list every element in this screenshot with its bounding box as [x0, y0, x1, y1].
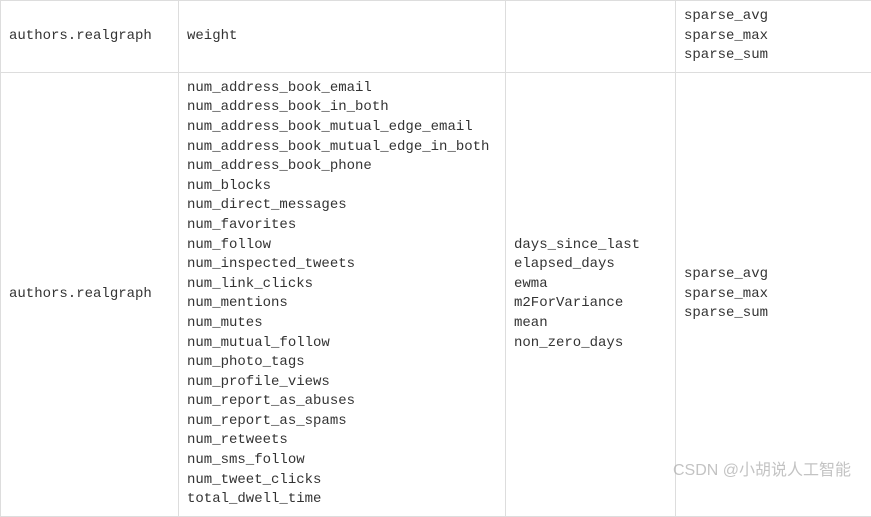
cell-line: num_mutual_follow — [187, 334, 497, 354]
cell-line: num_report_as_spams — [187, 412, 497, 432]
feature-table: authors.realgraph weight sparse_avg spar… — [0, 0, 871, 517]
cell-namespace: authors.realgraph — [1, 1, 179, 73]
cell-line: num_blocks — [187, 177, 497, 197]
cell-line: sparse_max — [684, 285, 863, 305]
cell-stat — [506, 1, 676, 73]
cell-line: num_link_clicks — [187, 275, 497, 295]
cell-line: authors.realgraph — [9, 285, 170, 305]
cell-feature: num_address_book_email num_address_book_… — [179, 72, 506, 516]
cell-line: num_address_book_mutual_edge_email — [187, 118, 497, 138]
cell-stat: days_since_last elapsed_days ewma m2ForV… — [506, 72, 676, 516]
cell-line: total_dwell_time — [187, 490, 497, 510]
cell-line: num_address_book_in_both — [187, 98, 497, 118]
cell-line: sparse_avg — [684, 265, 863, 285]
cell-line: elapsed_days — [514, 255, 667, 275]
cell-line: num_address_book_email — [187, 79, 497, 99]
cell-line: num_tweet_clicks — [187, 471, 497, 491]
cell-line: non_zero_days — [514, 334, 667, 354]
cell-line: m2ForVariance — [514, 294, 667, 314]
cell-line: mean — [514, 314, 667, 334]
cell-line: num_follow — [187, 236, 497, 256]
cell-line: num_favorites — [187, 216, 497, 236]
cell-namespace: authors.realgraph — [1, 72, 179, 516]
cell-agg: sparse_avg sparse_max sparse_sum — [676, 72, 871, 516]
cell-line: num_address_book_phone — [187, 157, 497, 177]
cell-line: num_sms_follow — [187, 451, 497, 471]
cell-line: num_inspected_tweets — [187, 255, 497, 275]
cell-line: num_photo_tags — [187, 353, 497, 373]
cell-line: sparse_max — [684, 27, 863, 47]
table-row: authors.realgraph num_address_book_email… — [1, 72, 871, 516]
cell-line: authors.realgraph — [9, 27, 170, 47]
cell-line: num_direct_messages — [187, 196, 497, 216]
cell-line: sparse_sum — [684, 304, 863, 324]
cell-line: num_mentions — [187, 294, 497, 314]
cell-line: num_retweets — [187, 431, 497, 451]
table-row: authors.realgraph weight sparse_avg spar… — [1, 1, 871, 73]
cell-line: weight — [187, 27, 497, 47]
cell-line: num_address_book_mutual_edge_in_both — [187, 138, 497, 158]
cell-feature: weight — [179, 1, 506, 73]
cell-agg: sparse_avg sparse_max sparse_sum — [676, 1, 871, 73]
cell-line: ewma — [514, 275, 667, 295]
cell-line: num_report_as_abuses — [187, 392, 497, 412]
cell-line: num_profile_views — [187, 373, 497, 393]
cell-line: days_since_last — [514, 236, 667, 256]
cell-line: num_mutes — [187, 314, 497, 334]
cell-line: sparse_sum — [684, 46, 863, 66]
cell-line: sparse_avg — [684, 7, 863, 27]
